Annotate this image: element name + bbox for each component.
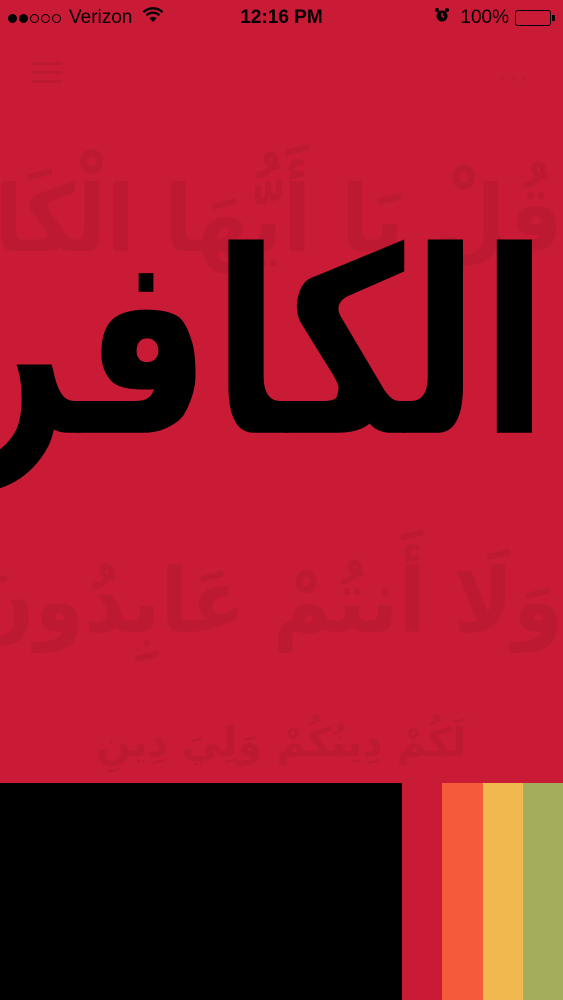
color-swatch-orange[interactable] bbox=[442, 783, 483, 1000]
alarm-icon bbox=[434, 7, 450, 29]
surah-title: الكافرون bbox=[0, 196, 549, 493]
bottom-panel[interactable] bbox=[0, 783, 402, 1000]
color-swatch-yellow[interactable] bbox=[482, 783, 523, 1000]
battery-tip bbox=[552, 15, 555, 21]
main-canvas[interactable]: Verizon 12:16 PM 100% ··· قُلْ يَا أَيُّ… bbox=[0, 0, 563, 783]
hamburger-menu-icon[interactable] bbox=[32, 62, 62, 84]
ghost-verse-line: لَكُمْ دِينُكُمْ وَلِيَ دِينِ bbox=[96, 720, 467, 766]
ghost-verse-line: وَلَا أَنتُمْ عَابِدُونَ مَا أَعْبُدُ bbox=[0, 550, 563, 653]
more-dots-icon[interactable]: ··· bbox=[499, 62, 531, 93]
status-right: 100% bbox=[434, 7, 555, 29]
battery-icon bbox=[515, 10, 555, 26]
color-swatch-green[interactable] bbox=[522, 783, 563, 1000]
status-bar: Verizon 12:16 PM 100% bbox=[0, 0, 563, 38]
bottom-bar bbox=[0, 783, 563, 1000]
color-swatch-red[interactable] bbox=[402, 783, 443, 1000]
battery-percent: 100% bbox=[460, 7, 509, 28]
app-screen: Verizon 12:16 PM 100% ··· قُلْ يَا أَيُّ… bbox=[0, 0, 563, 1000]
